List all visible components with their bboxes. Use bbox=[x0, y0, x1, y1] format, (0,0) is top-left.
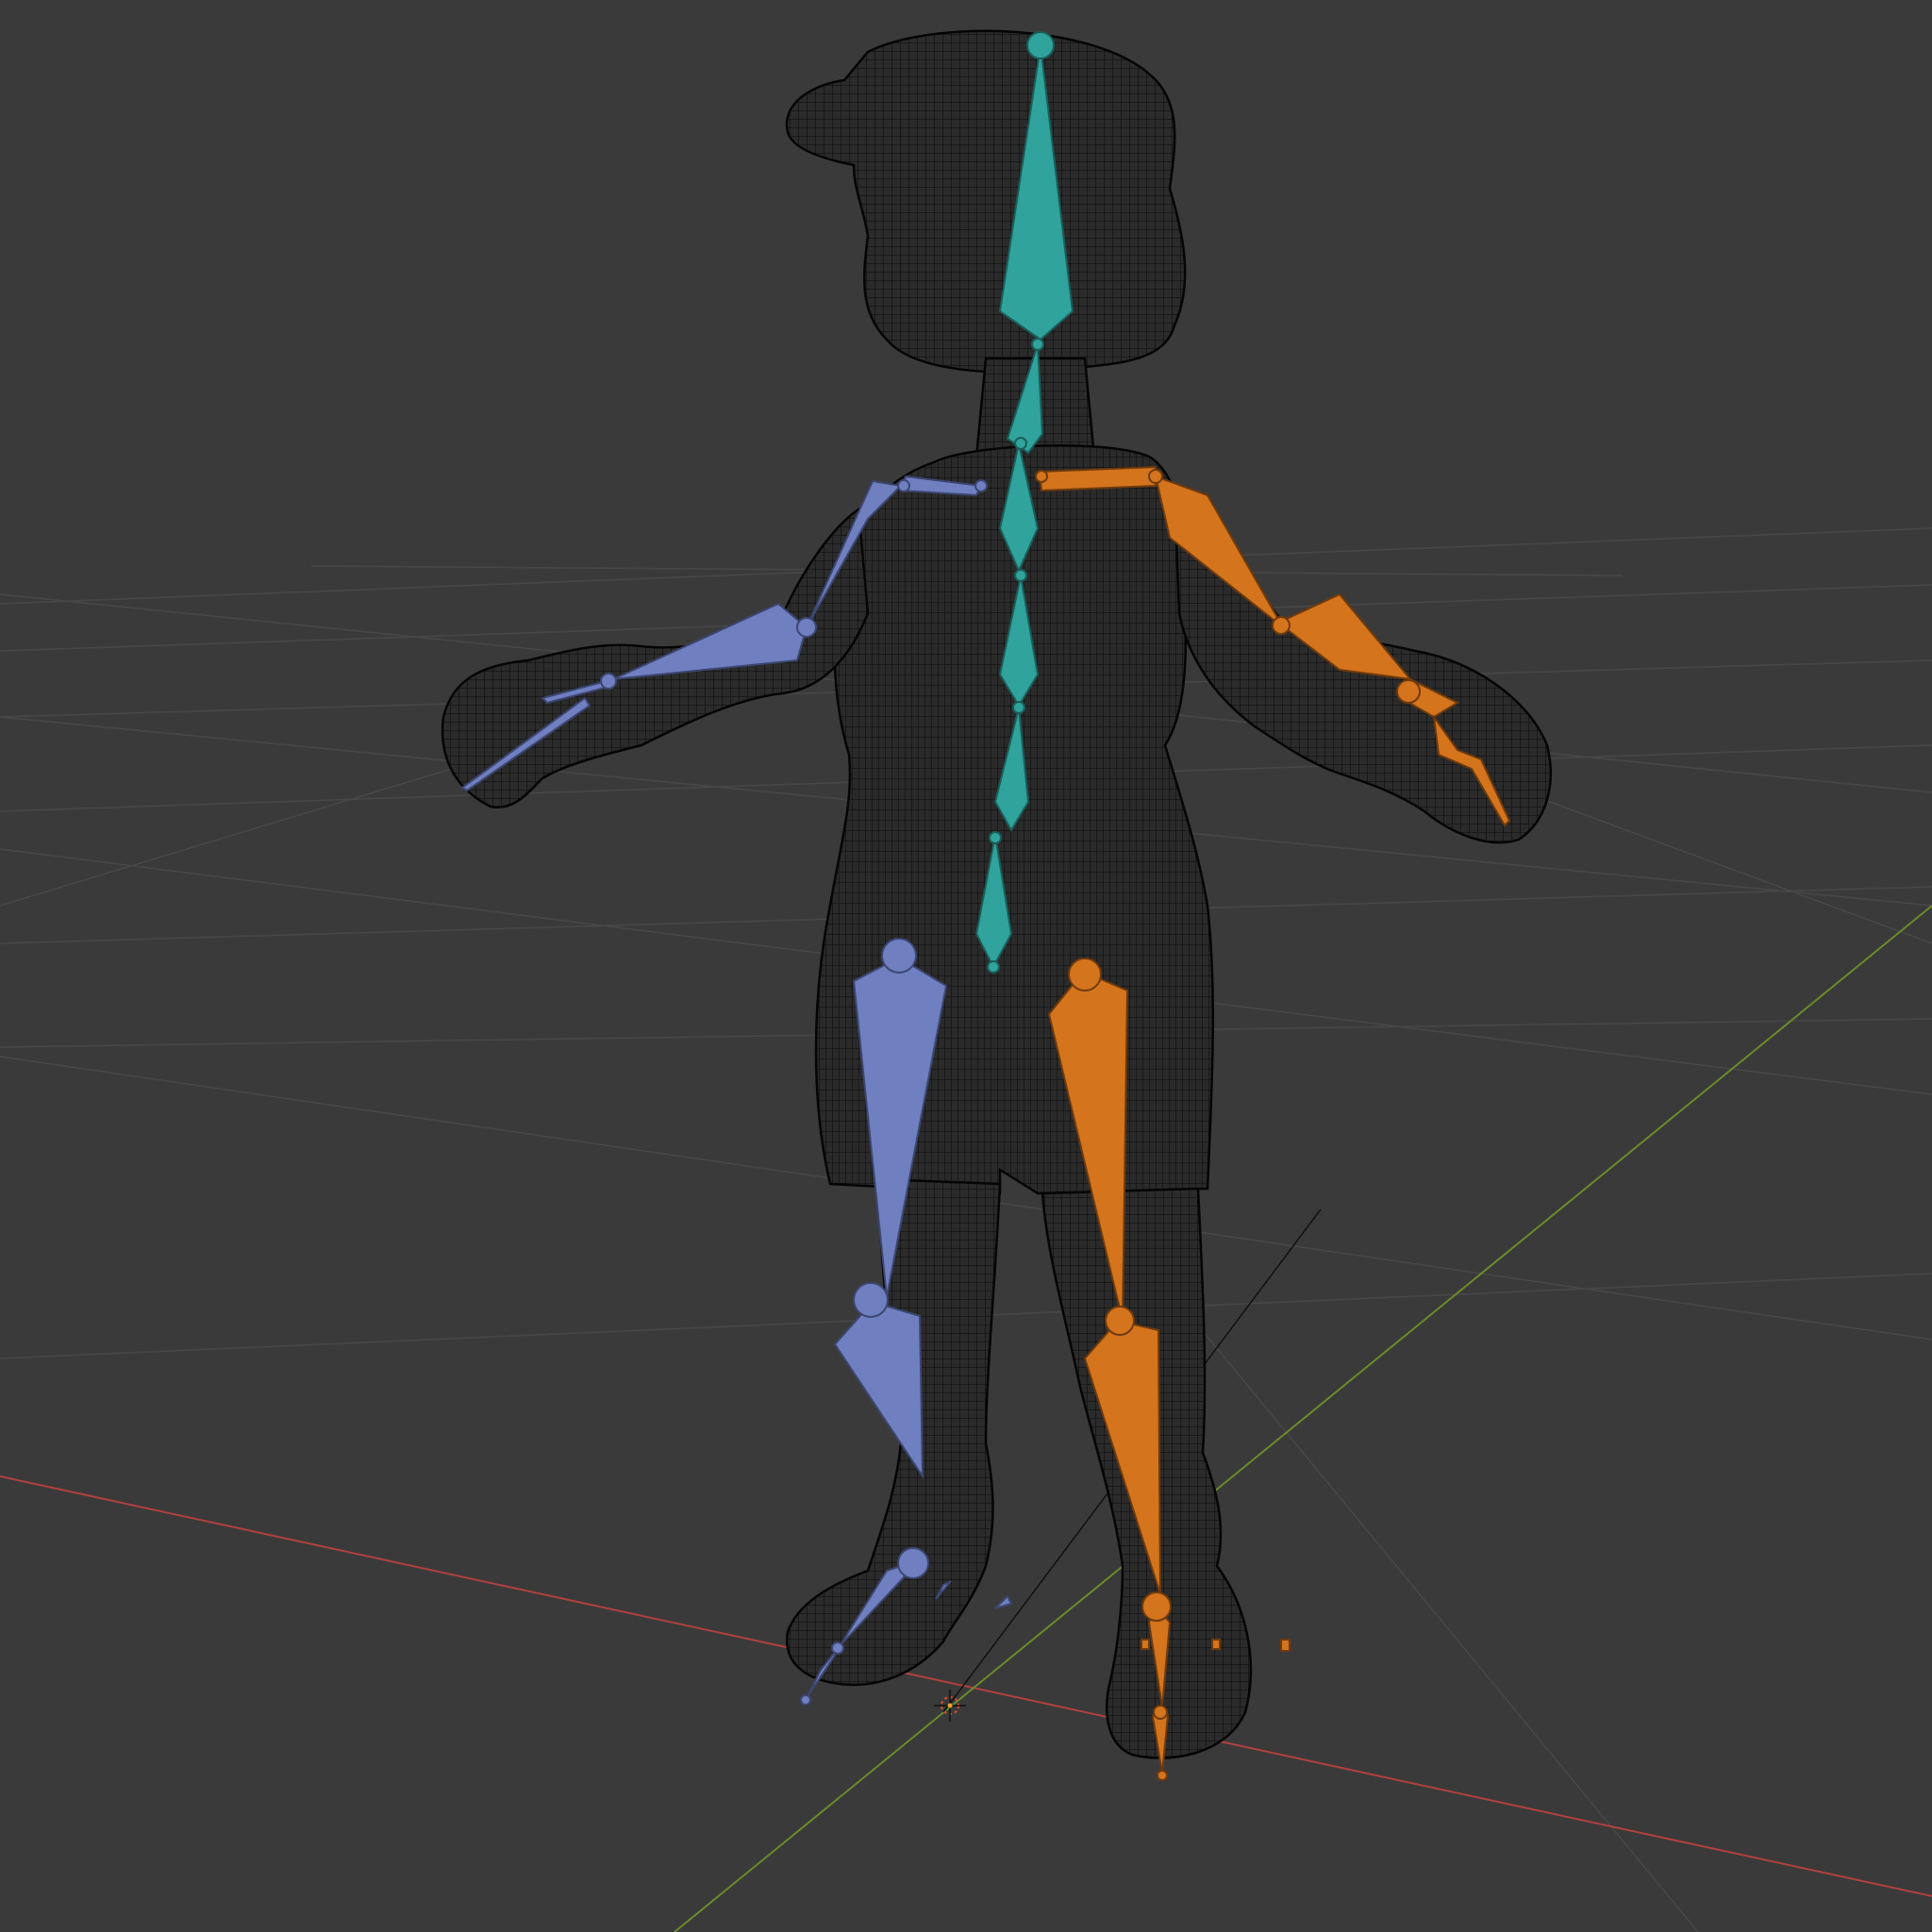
bone-toe-tip-r bbox=[1211, 1639, 1221, 1650]
mesh-head bbox=[785, 29, 1187, 375]
bone-joint bbox=[1153, 1705, 1168, 1720]
bone-joint bbox=[1148, 469, 1163, 484]
bone-joint bbox=[1157, 1770, 1168, 1781]
bone-joint bbox=[600, 673, 617, 690]
bone-joint bbox=[974, 479, 988, 492]
bone-joint bbox=[989, 831, 1002, 844]
bone-joint bbox=[881, 938, 917, 974]
viewport-canvas[interactable] bbox=[0, 0, 1932, 1932]
bone-joint bbox=[987, 960, 1000, 974]
bone-joint bbox=[897, 1547, 929, 1579]
bone-joint bbox=[1105, 1306, 1135, 1336]
bone-heel-r bbox=[1141, 1639, 1150, 1650]
bone-joint bbox=[853, 1282, 889, 1318]
bone-shin-l bbox=[833, 1300, 924, 1480]
bone-joint bbox=[1026, 31, 1055, 59]
bone-joint bbox=[796, 617, 817, 638]
bone-joint bbox=[1014, 437, 1027, 450]
bone-joint bbox=[1035, 470, 1048, 483]
3d-viewport[interactable] bbox=[0, 0, 1932, 1932]
bone-joint bbox=[800, 1694, 811, 1706]
bone-toe-tip-l bbox=[994, 1594, 1013, 1609]
bone-joint bbox=[1396, 679, 1421, 704]
bone-ik-target-r bbox=[1280, 1639, 1291, 1652]
bone-joint bbox=[1012, 701, 1025, 714]
bone-joint bbox=[1141, 1591, 1172, 1622]
bone-joint bbox=[1031, 338, 1044, 351]
bone-joint bbox=[831, 1641, 844, 1655]
bone-joint bbox=[897, 479, 910, 492]
bone-shoulder-r bbox=[1038, 465, 1157, 492]
bone-joint bbox=[1272, 616, 1291, 635]
bone-joint bbox=[1014, 569, 1027, 582]
bone-joint bbox=[1068, 958, 1102, 991]
